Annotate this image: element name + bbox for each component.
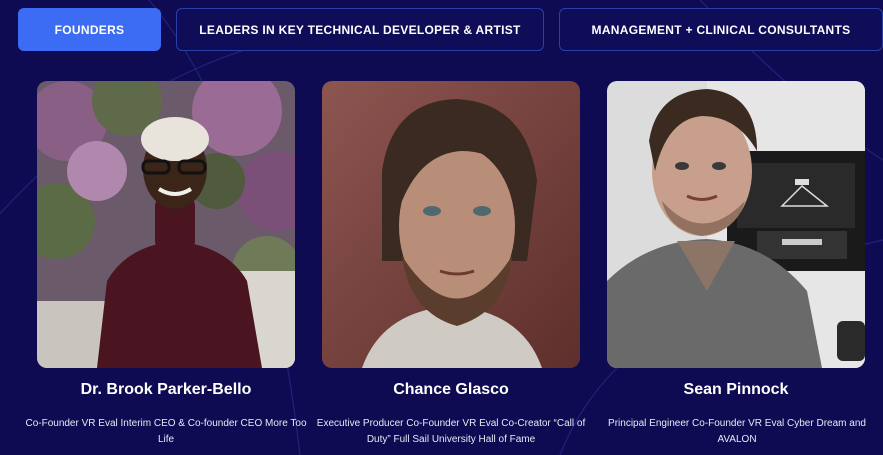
person-role: Co-Founder VR Eval Interim CEO & Co-foun… bbox=[25, 418, 307, 445]
person-name: Dr. Brook Parker-Bello bbox=[80, 381, 252, 398]
person-role: Principal Engineer Co-Founder VR Eval Cy… bbox=[608, 418, 866, 445]
team-photo-chance-glasco bbox=[322, 81, 580, 368]
portrait-man-beard-image bbox=[322, 81, 580, 368]
tab-founders[interactable]: FOUNDERS bbox=[18, 8, 161, 51]
person-role: Executive Producer Co-Founder VR Eval Co… bbox=[316, 418, 586, 445]
portrait-woman-image bbox=[37, 81, 295, 368]
team-photo-sean-pinnock bbox=[607, 81, 865, 368]
tab-management-clinical[interactable]: MANAGEMENT + CLINICAL CONSULTANTS bbox=[559, 8, 883, 51]
portrait-man-monitors-image bbox=[607, 81, 865, 368]
person-name: Chance Glasco bbox=[393, 381, 509, 398]
tab-leaders-technical[interactable]: LEADERS IN KEY TECHNICAL DEVELOPER & ART… bbox=[176, 8, 544, 51]
team-category-tabs: FOUNDERS LEADERS IN KEY TECHNICAL DEVELO… bbox=[18, 8, 883, 53]
team-photo-brook-parker-bello bbox=[37, 81, 295, 368]
person-name: Sean Pinnock bbox=[683, 381, 789, 398]
